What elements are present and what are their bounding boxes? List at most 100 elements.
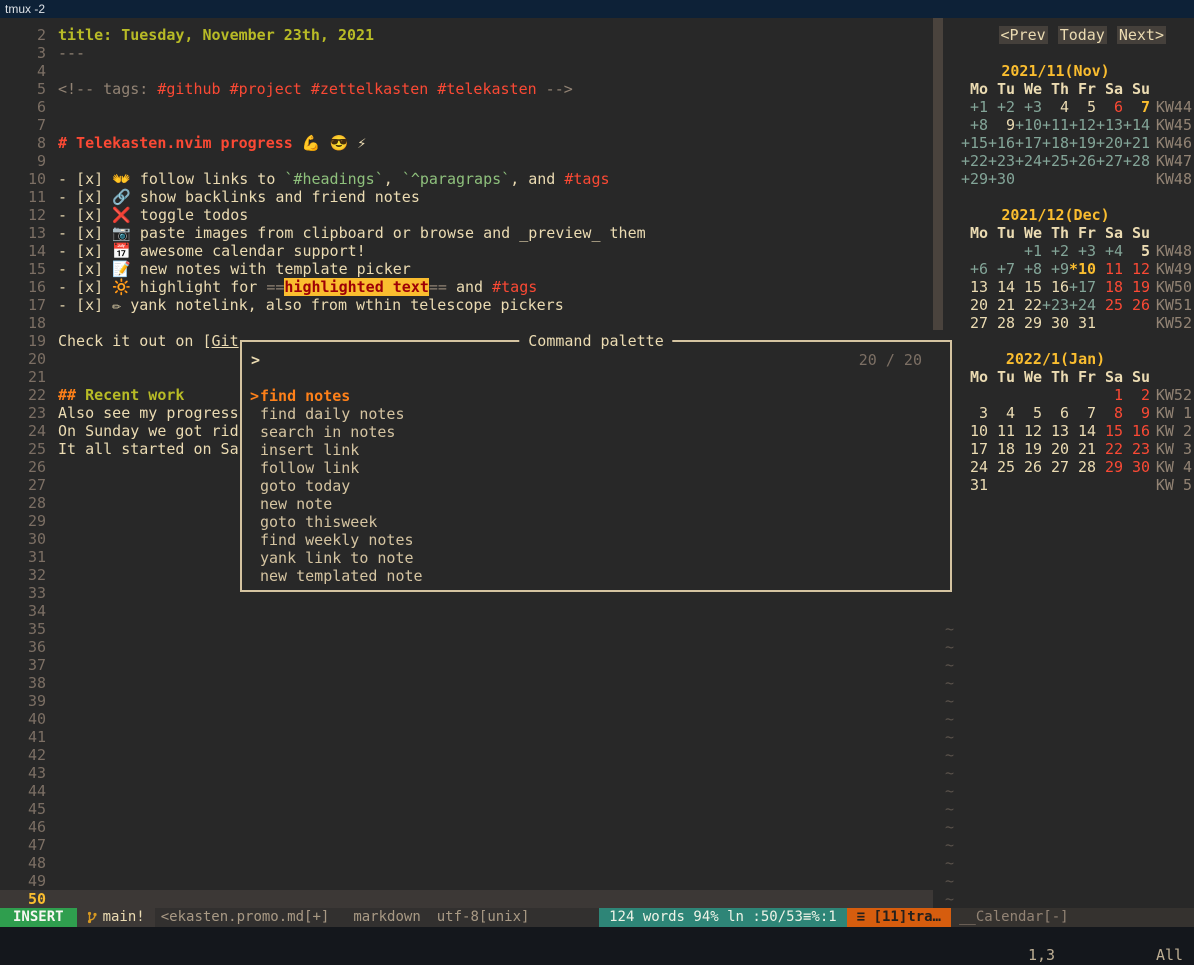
calendar-day[interactable]: 16 bbox=[1042, 278, 1069, 296]
calendar-day[interactable]: +23 bbox=[1042, 296, 1069, 314]
editor-line[interactable]: 45 bbox=[0, 800, 933, 818]
calendar-day[interactable]: 5 bbox=[1069, 98, 1096, 116]
calendar-day[interactable]: +18 bbox=[1042, 134, 1069, 152]
calendar-day[interactable]: +28 bbox=[1123, 152, 1150, 170]
calendar-day[interactable]: +11 bbox=[1042, 116, 1069, 134]
editor-line[interactable]: 9 bbox=[0, 152, 933, 170]
palette-item[interactable]: goto today bbox=[242, 477, 950, 495]
calendar-day[interactable]: 13 bbox=[961, 278, 988, 296]
palette-item[interactable]: new note bbox=[242, 495, 950, 513]
editor-line[interactable]: 4 bbox=[0, 62, 933, 80]
calendar-day[interactable]: 11 bbox=[988, 422, 1015, 440]
calendar-day[interactable]: 4 bbox=[988, 404, 1015, 422]
calendar-day[interactable]: +2 bbox=[988, 98, 1015, 116]
calendar-day[interactable]: 28 bbox=[988, 314, 1015, 332]
calendar-day[interactable]: +22 bbox=[961, 152, 988, 170]
calendar-day[interactable]: 31 bbox=[1069, 314, 1096, 332]
editor-line[interactable]: 47 bbox=[0, 836, 933, 854]
calendar-day[interactable]: +12 bbox=[1069, 116, 1096, 134]
editor-line[interactable]: 7 bbox=[0, 116, 933, 134]
calendar-day[interactable]: +10 bbox=[1015, 116, 1042, 134]
calendar-day[interactable]: +17 bbox=[1015, 134, 1042, 152]
editor-line[interactable]: 50 bbox=[0, 890, 933, 908]
calendar-day[interactable]: 9 bbox=[1123, 404, 1150, 422]
calendar-day[interactable]: 30 bbox=[1123, 458, 1150, 476]
editor-line[interactable]: 49 bbox=[0, 872, 933, 890]
calendar-day[interactable]: 6 bbox=[1096, 98, 1123, 116]
editor-line[interactable]: 35 bbox=[0, 620, 933, 638]
calendar-day[interactable]: +2 bbox=[1042, 242, 1069, 260]
editor-line[interactable]: 44 bbox=[0, 782, 933, 800]
calendar-day[interactable]: 3 bbox=[961, 404, 988, 422]
calendar-day[interactable]: +20 bbox=[1096, 134, 1123, 152]
editor-line[interactable]: 39 bbox=[0, 692, 933, 710]
calendar-day[interactable]: 16 bbox=[1123, 422, 1150, 440]
calendar-day[interactable]: 21 bbox=[1069, 440, 1096, 458]
calendar-day[interactable]: 31 bbox=[961, 476, 988, 494]
editor-line[interactable]: 46 bbox=[0, 818, 933, 836]
calendar-day[interactable]: 20 bbox=[961, 296, 988, 314]
palette-item[interactable]: goto thisweek bbox=[242, 513, 950, 531]
calendar-day[interactable]: 27 bbox=[961, 314, 988, 332]
calendar-day[interactable]: +29 bbox=[961, 170, 988, 188]
calendar-day[interactable]: 28 bbox=[1069, 458, 1096, 476]
calendar-day[interactable]: +25 bbox=[1042, 152, 1069, 170]
calendar-day[interactable]: 9 bbox=[988, 116, 1015, 134]
calendar-day[interactable]: +3 bbox=[1015, 98, 1042, 116]
calendar-day[interactable]: 7 bbox=[1069, 404, 1096, 422]
calendar-day[interactable]: +8 bbox=[961, 116, 988, 134]
calendar-day[interactable]: 20 bbox=[1042, 440, 1069, 458]
calendar-day[interactable]: 25 bbox=[1096, 296, 1123, 314]
calendar-next-button[interactable]: Next> bbox=[1117, 26, 1166, 44]
calendar-day[interactable]: 29 bbox=[1096, 458, 1123, 476]
calendar-day[interactable]: 19 bbox=[1123, 278, 1150, 296]
editor-line[interactable]: 8# Telekasten.nvim progress 💪 😎 ⚡ bbox=[0, 134, 933, 152]
calendar-day[interactable]: 5 bbox=[1123, 242, 1150, 260]
editor-line[interactable]: 6 bbox=[0, 98, 933, 116]
calendar-day[interactable]: 8 bbox=[1096, 404, 1123, 422]
calendar-day[interactable]: 12 bbox=[1015, 422, 1042, 440]
calendar-prev-button[interactable]: <Prev bbox=[999, 26, 1048, 44]
editor-line[interactable]: 36 bbox=[0, 638, 933, 656]
editor-line[interactable]: 5<!-- tags: #github #project #zettelkast… bbox=[0, 80, 933, 98]
calendar-day[interactable]: +6 bbox=[961, 260, 988, 278]
calendar-day[interactable]: 30 bbox=[1042, 314, 1069, 332]
calendar-day[interactable]: 2 bbox=[1123, 386, 1150, 404]
editor-line[interactable]: 42 bbox=[0, 746, 933, 764]
calendar-day[interactable]: +1 bbox=[961, 98, 988, 116]
calendar-day[interactable]: +26 bbox=[1069, 152, 1096, 170]
editor-line[interactable]: 10- [x] 👐 follow links to `#headings`, `… bbox=[0, 170, 933, 188]
editor-line[interactable]: 15- [x] 📝 new notes with template picker bbox=[0, 260, 933, 278]
calendar-day[interactable]: 29 bbox=[1015, 314, 1042, 332]
calendar-day[interactable]: 23 bbox=[1123, 440, 1150, 458]
calendar-day[interactable]: +4 bbox=[1096, 242, 1123, 260]
calendar-day[interactable]: 17 bbox=[961, 440, 988, 458]
calendar-day[interactable]: +19 bbox=[1069, 134, 1096, 152]
editor-line[interactable]: 38 bbox=[0, 674, 933, 692]
editor-line[interactable]: 43 bbox=[0, 764, 933, 782]
calendar-day[interactable]: +13 bbox=[1096, 116, 1123, 134]
calendar-day[interactable]: 6 bbox=[1042, 404, 1069, 422]
calendar-day[interactable]: +17 bbox=[1069, 278, 1096, 296]
calendar-day[interactable]: 7 bbox=[1123, 98, 1150, 116]
calendar-day[interactable]: *10 bbox=[1069, 260, 1096, 278]
calendar-day[interactable]: 27 bbox=[1042, 458, 1069, 476]
editor-line[interactable]: 34 bbox=[0, 602, 933, 620]
calendar-day[interactable]: 21 bbox=[988, 296, 1015, 314]
calendar-day[interactable]: +14 bbox=[1123, 116, 1150, 134]
calendar-day[interactable]: 15 bbox=[1096, 422, 1123, 440]
calendar-day[interactable]: 18 bbox=[1096, 278, 1123, 296]
calendar-day[interactable]: +16 bbox=[988, 134, 1015, 152]
palette-item[interactable]: find daily notes bbox=[242, 405, 950, 423]
calendar-day[interactable]: 24 bbox=[961, 458, 988, 476]
calendar-day[interactable]: 12 bbox=[1123, 260, 1150, 278]
palette-item[interactable]: new templated note bbox=[242, 567, 950, 585]
palette-item[interactable]: yank link to note bbox=[242, 549, 950, 567]
command-line[interactable]: :lua require('telekasten').panel() bbox=[0, 927, 1194, 946]
calendar-today-button[interactable]: Today bbox=[1058, 26, 1107, 44]
palette-item[interactable]: search in notes bbox=[242, 423, 950, 441]
calendar-day[interactable]: +21 bbox=[1123, 134, 1150, 152]
scrollbar-thumb[interactable] bbox=[933, 18, 943, 330]
calendar-day[interactable]: 19 bbox=[1015, 440, 1042, 458]
editor-line[interactable]: 11- [x] 🔗 show backlinks and friend note… bbox=[0, 188, 933, 206]
